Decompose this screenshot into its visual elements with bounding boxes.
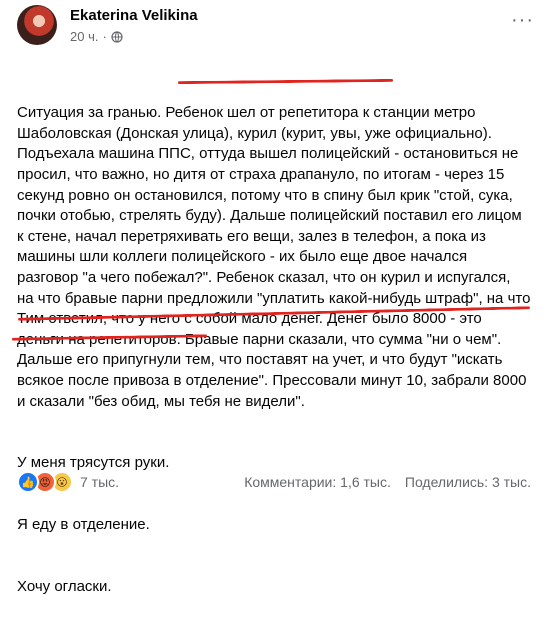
like-icon: 👍 bbox=[17, 471, 39, 493]
more-options-icon[interactable]: ··· bbox=[511, 10, 534, 30]
facebook-post: Ekaterina Velikina 20 ч. · ··· Ситуация … bbox=[0, 0, 548, 595]
reaction-count[interactable]: 7 тыс. bbox=[80, 474, 119, 490]
author-name[interactable]: Ekaterina Velikina bbox=[70, 7, 198, 24]
shares-count[interactable]: Поделились: 3 тыс. bbox=[405, 474, 531, 490]
avatar[interactable] bbox=[17, 5, 57, 45]
post-stats: Комментарии: 1,6 тыс. Поделились: 3 тыс. bbox=[244, 474, 531, 490]
post-paragraph-publicity: Хочу огласки. bbox=[17, 577, 112, 595]
post-paragraph-police: Я еду в отделение. bbox=[17, 516, 150, 534]
meta-separator: · bbox=[102, 29, 107, 44]
globe-icon bbox=[111, 30, 123, 43]
post-body: Ситуация за гранью. Ребенок шел от репет… bbox=[17, 62, 531, 639]
comments-count[interactable]: Комментарии: 1,6 тыс. bbox=[244, 474, 391, 490]
reactions[interactable]: 👍 😡 😮 7 тыс. bbox=[17, 471, 119, 493]
post-time[interactable]: 20 ч. bbox=[70, 29, 98, 44]
post-meta: 20 ч. · bbox=[70, 29, 123, 44]
post-footer: 👍 😡 😮 7 тыс. Комментарии: 1,6 тыс. Подел… bbox=[17, 470, 531, 494]
post-paragraph-main: Ситуация за гранью. Ребенок шел от репет… bbox=[17, 104, 535, 410]
